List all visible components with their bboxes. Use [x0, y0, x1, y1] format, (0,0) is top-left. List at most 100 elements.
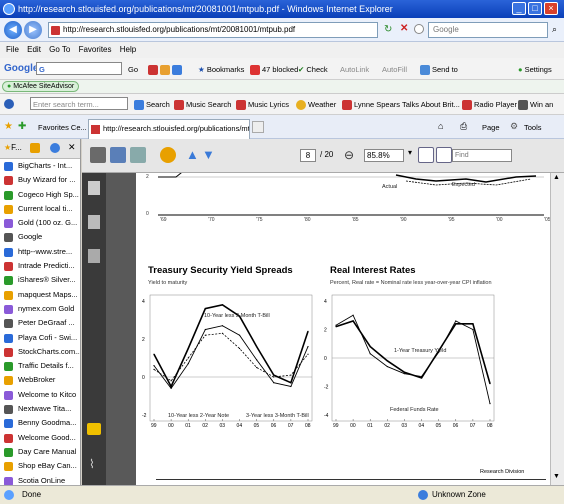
- page-menu-button[interactable]: Page: [482, 123, 500, 132]
- favorites-star-icon[interactable]: ★: [4, 121, 13, 132]
- menu-goto[interactable]: Go To: [49, 45, 70, 54]
- feeds-icon[interactable]: [50, 143, 60, 153]
- favorite-item[interactable]: nymex.com Gold: [0, 302, 80, 316]
- top-chart-ytick-2: 2: [146, 174, 149, 180]
- google-search-input[interactable]: G: [36, 62, 122, 75]
- autolink-button[interactable]: AutoLink: [340, 63, 369, 76]
- minimize-button[interactable]: _: [512, 2, 526, 15]
- top-chart-xtick: '85: [352, 217, 359, 223]
- home-icon[interactable]: ⌂: [438, 121, 443, 131]
- scroll-up-icon[interactable]: ▲: [553, 174, 560, 181]
- favorite-item[interactable]: Welcome to Kitco: [0, 388, 80, 402]
- attachment-paperclip-icon[interactable]: ⌇: [89, 457, 95, 471]
- forward-button[interactable]: ▶: [24, 21, 42, 39]
- new-tab-button[interactable]: [252, 121, 264, 133]
- search-button[interactable]: Search: [134, 98, 170, 111]
- sidebar-close-icon[interactable]: ✕: [68, 142, 76, 153]
- favorite-item[interactable]: Shop eBay Can...: [0, 459, 80, 473]
- tools-gear-icon[interactable]: ⚙: [510, 121, 518, 132]
- fit-width-icon[interactable]: [436, 147, 452, 163]
- print-icon[interactable]: [90, 147, 106, 163]
- history-icon[interactable]: [30, 143, 40, 153]
- vertical-scrollbar[interactable]: ▲ ▼: [550, 173, 564, 485]
- favorite-item[interactable]: Scotia OnLine: [0, 474, 80, 485]
- previous-page-icon[interactable]: ▲: [186, 147, 199, 162]
- comments-panel-icon[interactable]: [87, 423, 101, 435]
- pdf-tab-icon: [91, 125, 100, 134]
- favorite-item[interactable]: WebBroker: [0, 373, 80, 387]
- spell-check-button[interactable]: ✔ Check: [298, 63, 328, 76]
- favorite-item[interactable]: Welcome Good...: [0, 431, 80, 445]
- attachments-panel-icon[interactable]: [88, 249, 100, 263]
- maximize-button[interactable]: □: [528, 2, 542, 15]
- close-button[interactable]: ×: [544, 2, 558, 15]
- win-button[interactable]: Win an: [518, 98, 553, 111]
- favorite-item[interactable]: Cogeco High Sp...: [0, 188, 80, 202]
- add-favorite-icon[interactable]: ✚: [18, 121, 26, 132]
- toolbar-search-input[interactable]: Enter search term...: [30, 97, 128, 110]
- favorite-item[interactable]: http--www.stre...: [0, 245, 80, 259]
- print-icon[interactable]: ⎙: [460, 121, 467, 132]
- favorite-item[interactable]: Traffic Details f...: [0, 359, 80, 373]
- next-page-icon[interactable]: ▼: [202, 147, 215, 162]
- autofill-button[interactable]: AutoFill: [382, 63, 407, 76]
- favorite-item[interactable]: Google: [0, 230, 80, 244]
- x-tick-label: 03: [401, 423, 407, 429]
- fit-page-icon[interactable]: [418, 147, 434, 163]
- live-search-input[interactable]: Google: [428, 22, 548, 38]
- music-lyrics-button[interactable]: Music Lyrics: [236, 98, 289, 111]
- favorite-item[interactable]: Nextwave Tita...: [0, 402, 80, 416]
- hand-tool-icon[interactable]: [160, 147, 176, 163]
- zoom-dropdown-icon[interactable]: ▾: [408, 148, 412, 157]
- favorite-item[interactable]: Day Care Manual: [0, 445, 80, 459]
- search-go-icon[interactable]: ⌕: [552, 24, 557, 35]
- address-input[interactable]: http://research.stlouisfed.org/publicati…: [48, 22, 378, 38]
- favorite-item[interactable]: BigCharts - Int...: [0, 159, 80, 173]
- google-toolbar: Google G Go ★ Bookmarks 47 blocked ✔ Che…: [0, 58, 564, 80]
- menu-edit[interactable]: Edit: [27, 45, 41, 54]
- page-number-input[interactable]: 8: [300, 149, 316, 162]
- stop-icon[interactable]: ✕: [400, 23, 408, 34]
- favorite-item[interactable]: Benny Goodma...: [0, 416, 80, 430]
- favorite-item[interactable]: iShares® Silver...: [0, 273, 80, 287]
- favorite-item[interactable]: Current local ti...: [0, 202, 80, 216]
- tools-menu-button[interactable]: Tools: [524, 123, 542, 132]
- save-icon[interactable]: [110, 147, 126, 163]
- menu-favorites[interactable]: Favorites: [79, 45, 112, 54]
- menu-bar: File Edit Go To Favorites Help: [0, 42, 564, 58]
- menu-file[interactable]: File: [6, 45, 19, 54]
- status-bar: Done Unknown Zone: [0, 485, 564, 504]
- radio-player-button[interactable]: Radio Player: [462, 98, 517, 111]
- send-to-button[interactable]: Send to: [420, 63, 458, 76]
- pages-panel-icon[interactable]: [88, 181, 100, 195]
- zoom-out-icon[interactable]: ⊖: [344, 148, 354, 162]
- popup-blocked-button[interactable]: 47 blocked: [250, 63, 298, 76]
- google-go-button[interactable]: Go: [128, 63, 138, 76]
- favorite-item[interactable]: StockCharts.com...: [0, 345, 80, 359]
- zoom-select[interactable]: 85.8%: [364, 149, 404, 162]
- email-icon[interactable]: [130, 147, 146, 163]
- favorites-center-label[interactable]: Favorites Ce...: [38, 123, 87, 132]
- weather-button[interactable]: Weather: [296, 98, 336, 111]
- scroll-down-icon[interactable]: ▼: [553, 473, 560, 480]
- y-tick-label: 0: [142, 375, 145, 381]
- mcafee-siteadvisor-button[interactable]: ● McAfee SiteAdvisor: [2, 81, 80, 92]
- bookmarks-panel-icon[interactable]: [88, 215, 100, 229]
- favorite-item[interactable]: Peter DeGraaf ...: [0, 316, 80, 330]
- menu-help[interactable]: Help: [120, 45, 136, 54]
- music-search-button[interactable]: Music Search: [174, 98, 231, 111]
- tab-current-pdf[interactable]: http://research.stlouisfed.org/publicati…: [88, 119, 250, 139]
- news-button[interactable]: Lynne Spears Talks About Brit...: [342, 98, 460, 111]
- google-settings-button[interactable]: ● Settings: [518, 63, 552, 76]
- refresh-icon[interactable]: ↻: [384, 24, 392, 35]
- sidebar-favorites-button[interactable]: ★F...: [4, 143, 22, 152]
- favorite-item[interactable]: Intrade Predicti...: [0, 259, 80, 273]
- favorite-item[interactable]: Gold (100 oz. G...: [0, 216, 80, 230]
- find-input[interactable]: Find: [452, 149, 512, 162]
- favorite-item[interactable]: mapquest Maps...: [0, 288, 80, 302]
- favorite-item[interactable]: Buy Wizard for ...: [0, 173, 80, 187]
- ie-icon: [3, 3, 15, 15]
- bookmarks-button[interactable]: ★ Bookmarks: [198, 63, 244, 76]
- favorite-item[interactable]: Playa Cofi - Swi...: [0, 331, 80, 345]
- back-button[interactable]: ◀: [4, 21, 22, 39]
